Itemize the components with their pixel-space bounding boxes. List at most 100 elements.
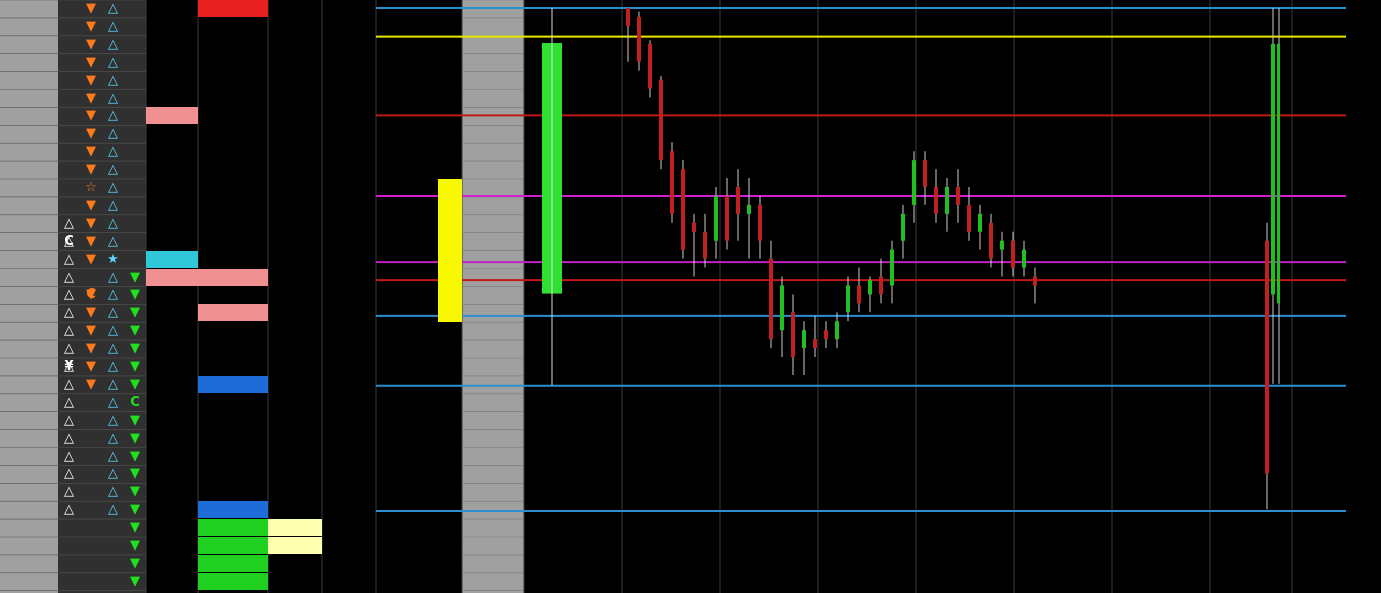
candle-body bbox=[956, 187, 960, 205]
cyan-up-icon: △ bbox=[108, 36, 118, 52]
orange-down-icon: ▼ bbox=[86, 18, 96, 34]
candle-body bbox=[1033, 276, 1037, 286]
white-triangle-icon: △ bbox=[64, 484, 74, 500]
orange-down-icon: ▼ bbox=[86, 359, 96, 374]
candle-body bbox=[670, 151, 674, 214]
green-down-icon: ▼ bbox=[130, 520, 140, 536]
cyan-up-icon: △ bbox=[108, 144, 118, 160]
candle-body bbox=[1011, 240, 1015, 268]
orange-down-icon: ▼ bbox=[86, 305, 96, 321]
candle-body bbox=[835, 321, 839, 340]
candle-body bbox=[978, 213, 982, 232]
orange-down-icon: ▼ bbox=[86, 323, 96, 339]
orange-down-icon: ▼ bbox=[86, 108, 96, 124]
cyan-up-icon: △ bbox=[108, 162, 118, 178]
level-tag-cme_date[interactable] bbox=[146, 107, 198, 125]
white-triangle-icon-special: C bbox=[64, 233, 74, 249]
green-down-icon: ▼ bbox=[130, 466, 140, 482]
white-triangle-icon: △ bbox=[64, 341, 74, 357]
green-down-icon: ▼ bbox=[130, 359, 140, 374]
candle-body bbox=[879, 276, 883, 295]
green-down-icon: ▼ bbox=[130, 287, 140, 303]
candle-body bbox=[923, 160, 927, 187]
cyan-up-icon: △ bbox=[108, 376, 118, 392]
candle-body bbox=[659, 79, 663, 161]
green-down-icon: ▼ bbox=[130, 502, 140, 518]
white-triangle-icon: △ bbox=[64, 412, 74, 428]
candle-body bbox=[626, 8, 630, 26]
orange-down-icon: ▼ bbox=[86, 215, 96, 231]
candle-body bbox=[945, 187, 949, 214]
orange-down-icon: ▼ bbox=[86, 1, 96, 16]
green-down-icon: ▼ bbox=[130, 538, 140, 553]
white-triangle-icon: △ bbox=[64, 466, 74, 482]
level-tag-g51c[interactable] bbox=[198, 554, 268, 572]
cyan-up-icon: △ bbox=[108, 323, 118, 339]
candle-body bbox=[736, 187, 740, 214]
green-down-icon: ▼ bbox=[130, 269, 140, 285]
green-down-icon: ▼ bbox=[130, 323, 140, 339]
cyan-up-icon: △ bbox=[108, 180, 118, 195]
green-down-icon: ▼ bbox=[130, 376, 140, 392]
white-triangle-icon: △ bbox=[64, 215, 74, 231]
level-tag-nsh_c[interactable] bbox=[198, 304, 268, 322]
cyan-up-icon: △ bbox=[108, 305, 118, 321]
candle-body bbox=[637, 16, 641, 62]
cyan-up-icon: △ bbox=[108, 466, 118, 482]
cyan-up-icon: △ bbox=[108, 269, 118, 285]
white-triangle-icon: △ bbox=[64, 394, 74, 410]
cyan-up-icon: △ bbox=[108, 215, 118, 231]
white-triangle-icon: △ bbox=[64, 376, 74, 392]
level-tag-nsh_b[interactable] bbox=[198, 268, 268, 286]
orange-down-icon: ▼ bbox=[86, 144, 96, 160]
green-down-icon: ▼ bbox=[130, 573, 140, 589]
spike-body bbox=[1265, 240, 1269, 474]
level-tag-y1[interactable] bbox=[268, 519, 322, 537]
orange-down-icon: ▼ bbox=[86, 72, 96, 88]
candle-body bbox=[681, 169, 685, 250]
cyan-up-icon: △ bbox=[108, 341, 118, 357]
white-triangle-icon: △ bbox=[64, 269, 74, 285]
candle-body bbox=[868, 280, 872, 295]
white-triangle-icon: △ bbox=[64, 251, 74, 267]
cyan-up-icon: △ bbox=[108, 412, 118, 428]
cyan-up-icon: △ bbox=[108, 287, 118, 303]
level-tag-y2[interactable] bbox=[268, 537, 322, 554]
candle-body bbox=[912, 160, 916, 205]
cyan-up-icon-special: ★ bbox=[107, 251, 119, 267]
level-tag-cme[interactable] bbox=[146, 250, 198, 268]
cyan-up-icon: △ bbox=[108, 359, 118, 374]
cyan-up-icon: △ bbox=[108, 72, 118, 88]
candle-body bbox=[1000, 240, 1004, 250]
candle-body bbox=[967, 204, 971, 232]
level-tag-h52[interactable] bbox=[198, 0, 268, 17]
cyan-up-icon: △ bbox=[108, 502, 118, 518]
level-tag-g51d[interactable] bbox=[198, 572, 268, 590]
level-tag-l52[interactable] bbox=[198, 375, 268, 393]
level-tag-nsh_a[interactable] bbox=[146, 268, 198, 286]
orange-down-icon: ▼ bbox=[86, 376, 96, 392]
candle-body bbox=[769, 258, 773, 340]
cyan-up-icon: △ bbox=[108, 233, 118, 249]
green-down-icon: ▼ bbox=[130, 555, 140, 571]
cyan-up-icon: △ bbox=[108, 448, 118, 464]
candle-body bbox=[758, 204, 762, 241]
cyan-up-icon: △ bbox=[108, 54, 118, 70]
white-triangle-icon: △ bbox=[64, 305, 74, 321]
white-triangle-icon: △ bbox=[64, 430, 74, 446]
candle-body bbox=[648, 43, 652, 89]
level-tag-g51a[interactable] bbox=[198, 519, 268, 537]
white-triangle-icon: △ bbox=[64, 502, 74, 518]
candle-body bbox=[857, 285, 861, 304]
candle-body bbox=[989, 222, 993, 259]
candle-body bbox=[813, 339, 817, 349]
green-down-icon: ▼ bbox=[130, 412, 140, 428]
candle-body bbox=[747, 204, 751, 214]
level-tag-g51b[interactable] bbox=[198, 537, 268, 554]
candle-body bbox=[802, 330, 806, 349]
level-tag-l51[interactable] bbox=[198, 501, 268, 519]
cyan-up-icon: △ bbox=[108, 126, 118, 142]
candle-body bbox=[703, 231, 707, 259]
cyan-up-icon: △ bbox=[108, 108, 118, 124]
white-triangle-icon: △ bbox=[64, 448, 74, 464]
